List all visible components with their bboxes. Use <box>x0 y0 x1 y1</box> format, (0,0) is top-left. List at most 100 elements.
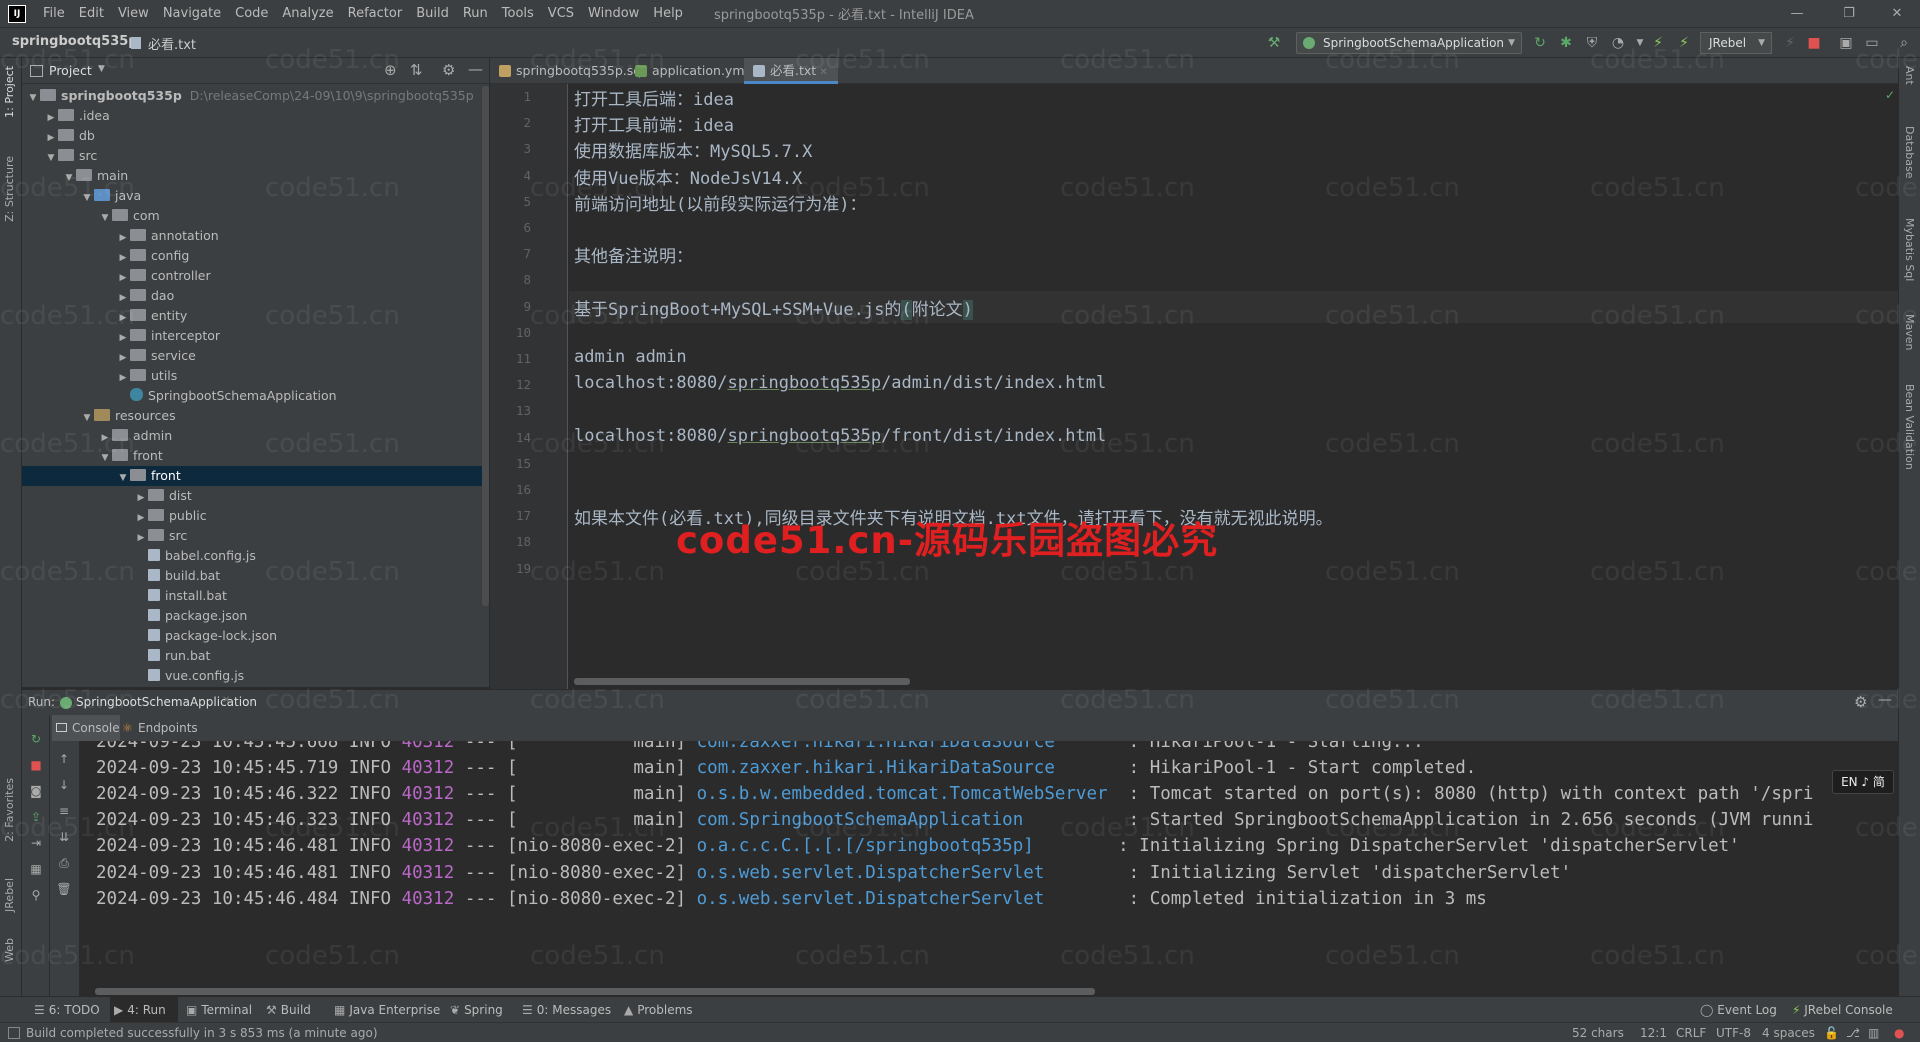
update-app-icon[interactable]: ⇪ <box>28 809 44 825</box>
console-horizontal-scrollbar[interactable] <box>95 988 1095 995</box>
tool-tab[interactable]: ▦ Java Enterprise <box>330 997 442 1023</box>
code-line[interactable]: 基于SpringBoot+MySQL+SSM+Vue.js的(附论文) <box>574 295 973 320</box>
tool-tab-bean-validation[interactable]: Bean Validation <box>1903 384 1916 470</box>
tree-item[interactable]: ▶ admin <box>22 426 489 448</box>
log-logger[interactable]: com.SpringbootSchemaApplication <box>697 810 1118 830</box>
rerun-icon[interactable]: ↻ <box>1530 33 1550 53</box>
line-separator[interactable]: CRLF <box>1676 1023 1706 1042</box>
log-logger[interactable]: com.zaxxer.hikari.HikariDataSource <box>697 758 1118 778</box>
file-encoding[interactable]: UTF-8 <box>1716 1023 1751 1042</box>
tree-item[interactable]: ▶ utils <box>22 366 489 388</box>
collapsed-arrow-icon[interactable]: ▶ <box>44 128 58 148</box>
text-editor[interactable]: 打开工具后端：idea 打开工具前端：idea 使用数据库版本：MySQL5.7.X… <box>569 84 1898 689</box>
tree-item[interactable]: ▼ front <box>22 466 489 488</box>
menu-help[interactable]: Help <box>646 6 690 21</box>
jrebel-select[interactable]: JRebel ▼ <box>1700 32 1772 54</box>
log-logger[interactable]: o.a.c.c.C.[.[.[/springbootq535p] <box>697 836 1108 856</box>
collapsed-arrow-icon[interactable]: ▶ <box>44 108 58 128</box>
log-logger[interactable]: o.s.web.servlet.DispatcherServlet <box>697 863 1118 883</box>
tree-item[interactable]: ▼ springbootq535p D:\releaseComp\24-09\10\… <box>22 86 489 106</box>
tree-item[interactable]: ▼ main <box>22 166 489 188</box>
minimize-icon[interactable]: — <box>1774 0 1820 28</box>
profile-dropdown-icon[interactable]: ▼ <box>1630 33 1650 53</box>
tool-tab[interactable]: ▣ Terminal <box>182 997 258 1023</box>
hide-panel-icon[interactable]: — <box>1878 692 1892 708</box>
stop-icon[interactable]: ■ <box>28 757 44 773</box>
tool-tab-maven[interactable]: Maven <box>1903 314 1916 350</box>
chevron-down-icon[interactable]: ▼ <box>98 64 105 74</box>
menu-window[interactable]: Window <box>581 6 646 21</box>
tree-item[interactable]: ▼ resources <box>22 406 489 426</box>
collapsed-arrow-icon[interactable]: ▶ <box>134 488 148 508</box>
collapsed-arrow-icon[interactable]: ▶ <box>116 368 130 388</box>
pin-icon[interactable]: ⚲ <box>28 887 44 903</box>
collapsed-arrow-icon[interactable]: ▶ <box>134 528 148 548</box>
collapsed-arrow-icon[interactable]: ▶ <box>116 288 130 308</box>
status-toggle-icon[interactable] <box>8 1027 20 1039</box>
menu-vcs[interactable]: VCS <box>541 6 581 21</box>
code-line[interactable]: 使用数据库版本：MySQL5.7.X <box>574 137 812 162</box>
print-icon[interactable]: ⎙ <box>56 855 72 871</box>
collapse-all-icon[interactable]: ⇅ <box>410 61 423 79</box>
jrebel-run-icon[interactable]: ⚡ <box>1648 33 1668 53</box>
tree-item[interactable]: build.bat <box>22 566 489 586</box>
jrebel-sync-icon[interactable]: ⚡ <box>1780 33 1800 53</box>
tool-tab-favorites[interactable]: 2: Favorites <box>3 778 16 842</box>
menu-analyze[interactable]: Analyze <box>275 6 340 21</box>
code-line[interactable]: 打开工具后端：idea <box>574 85 734 110</box>
menu-navigate[interactable]: Navigate <box>156 6 228 21</box>
collapsed-arrow-icon[interactable]: ▶ <box>116 308 130 328</box>
collapsed-arrow-icon[interactable]: ▶ <box>98 428 112 448</box>
tab-console[interactable]: Console <box>52 715 120 741</box>
tool-tab-web[interactable]: Web <box>3 938 16 962</box>
jrebel-console-tab[interactable]: ⚡ JRebel Console <box>1792 997 1893 1023</box>
tool-tab[interactable]: ☰ 0: Messages <box>518 997 616 1023</box>
menu-file[interactable]: File <box>36 6 72 21</box>
close-tab-icon[interactable]: ✕ <box>222 695 230 706</box>
tree-item[interactable]: package-lock.json <box>22 626 489 646</box>
jrebel-debug-icon[interactable]: ⚡ <box>1674 33 1694 53</box>
collapsed-arrow-icon[interactable]: ▶ <box>116 248 130 268</box>
tree-item[interactable]: ▶ interceptor <box>22 326 489 348</box>
stop-icon[interactable]: ■ <box>1804 33 1824 53</box>
run-configuration-select[interactable]: SpringbootSchemaApplication ▼ <box>1296 32 1522 54</box>
tree-item[interactable]: ▶ entity <box>22 306 489 328</box>
tool-tab-mybatis-sql[interactable]: Mybatis Sql <box>1903 218 1916 281</box>
scroll-to-end-icon[interactable]: ⇊ <box>56 829 72 845</box>
layout-icon[interactable]: ▦ <box>28 861 44 877</box>
tool-tab-structure[interactable]: Z: Structure <box>3 156 16 222</box>
expanded-arrow-icon[interactable]: ▼ <box>116 468 130 488</box>
tree-item[interactable]: ▶ src <box>22 526 489 548</box>
tool-tab-jrebel[interactable]: JRebel <box>3 878 16 912</box>
tab-endpoints[interactable]: ⚛ Endpoints <box>118 715 198 741</box>
profile-icon[interactable]: ◔ <box>1608 33 1628 53</box>
tree-item[interactable]: ▶ dao <box>22 286 489 308</box>
gear-icon[interactable]: ⚙ <box>442 61 455 79</box>
indent-setting[interactable]: 4 spaces <box>1762 1023 1815 1042</box>
close-icon[interactable]: ✕ <box>1874 0 1920 28</box>
tree-item[interactable]: ▶ .idea <box>22 106 489 128</box>
memory-icon[interactable]: ▥ <box>1868 1023 1879 1042</box>
code-line[interactable]: 前端访问地址(以前段实际运行为准)： <box>574 190 866 215</box>
tree-item[interactable]: ▶ db <box>22 126 489 148</box>
tree-item[interactable]: package.json <box>22 606 489 626</box>
expanded-arrow-icon[interactable]: ▼ <box>62 168 76 188</box>
tree-item[interactable]: ▼ src <box>22 146 489 166</box>
code-line[interactable]: 打开工具前端：idea <box>574 111 734 136</box>
collapsed-arrow-icon[interactable]: ▶ <box>116 328 130 348</box>
tree-item[interactable]: ▶ controller <box>22 266 489 286</box>
tool-tab[interactable]: ▲ Problems <box>620 997 700 1023</box>
breadcrumb-file[interactable]: 必看.txt <box>148 34 196 53</box>
tree-item[interactable]: ▼ front <box>22 446 489 466</box>
event-log-tab[interactable]: ◯ Event Log <box>1700 997 1777 1023</box>
coverage-icon[interactable]: ⛨ <box>1582 33 1602 53</box>
editor-tab[interactable]: 必看.txt ✕ <box>744 58 838 84</box>
tool-tab[interactable]: ❦ Spring <box>446 997 514 1023</box>
tree-item[interactable]: ▶ public <box>22 506 489 526</box>
code-line[interactable]: localhost:8080/springbootq535p/admin/dis… <box>574 373 1106 393</box>
soft-wrap-icon[interactable]: ≡ <box>56 803 72 819</box>
expanded-arrow-icon[interactable]: ▼ <box>98 208 112 228</box>
code-line[interactable]: 其他备注说明： <box>574 242 693 267</box>
menu-view[interactable]: View <box>111 6 156 21</box>
tool-tab[interactable]: ☰ 6: TODO <box>30 997 104 1023</box>
